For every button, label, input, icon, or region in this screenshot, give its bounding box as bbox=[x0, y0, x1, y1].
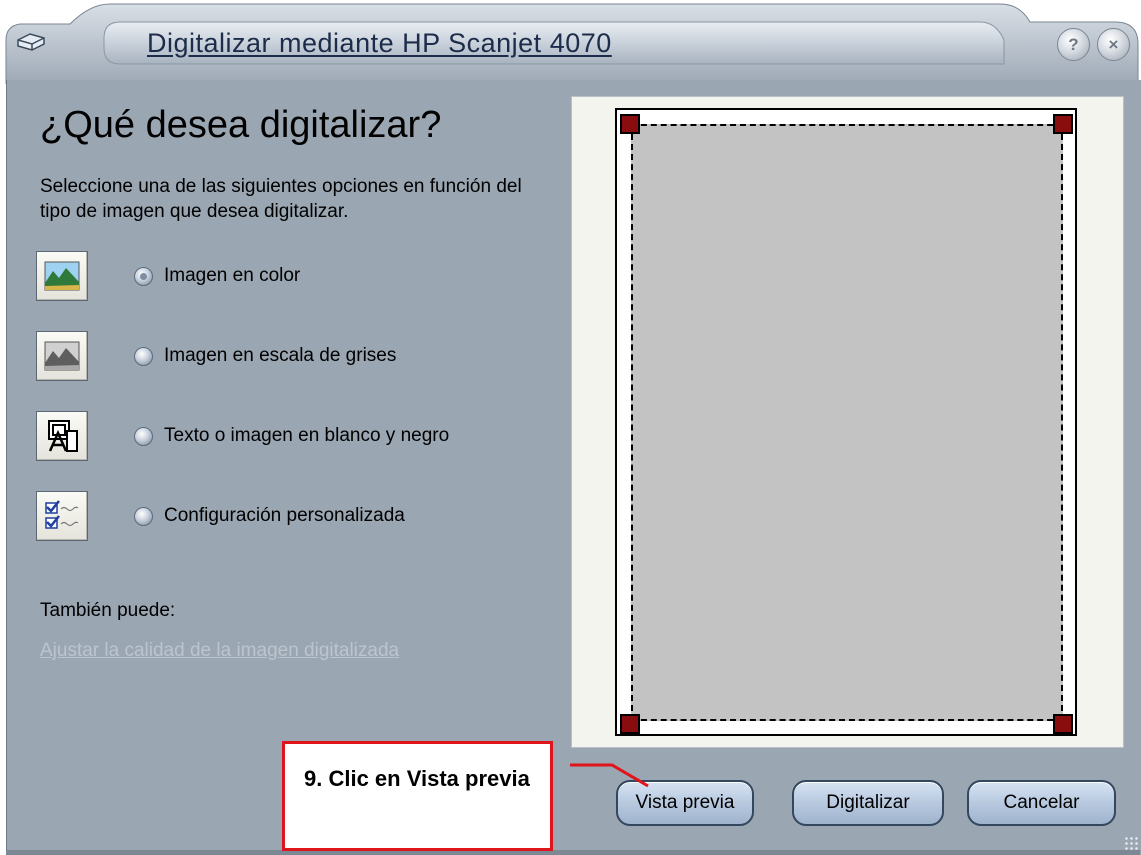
scan-selection-area[interactable] bbox=[631, 124, 1063, 721]
grayscale-photo-icon bbox=[44, 341, 80, 371]
black-white-text-icon bbox=[48, 420, 78, 452]
color-photo-icon bbox=[44, 261, 80, 291]
cancel-button[interactable]: Cancelar bbox=[967, 780, 1116, 826]
title-bar[interactable]: Digitalizar mediante HP Scanjet 4070 ? × bbox=[0, 0, 1141, 84]
resize-grip[interactable] bbox=[1124, 836, 1138, 850]
color-photo-icon-button[interactable] bbox=[36, 251, 88, 301]
help-button[interactable]: ? bbox=[1057, 28, 1090, 61]
black-white-text-icon-button[interactable] bbox=[36, 411, 88, 461]
option-label: Imagen en color bbox=[164, 265, 301, 286]
page-title: ¿Qué desea digitalizar? bbox=[40, 104, 442, 146]
radio-custom-settings[interactable] bbox=[134, 507, 153, 526]
instructions-text: Seleccione una de las siguientes opcione… bbox=[40, 176, 522, 222]
option-grayscale-image[interactable]: Imagen en escala de grises bbox=[36, 331, 556, 383]
window-title: Digitalizar mediante HP Scanjet 4070 bbox=[147, 28, 612, 58]
adjust-quality-link[interactable]: Ajustar la calidad de la imagen digitali… bbox=[40, 640, 399, 662]
scan-button[interactable]: Digitalizar bbox=[792, 780, 944, 826]
crop-handle-bottom-left[interactable] bbox=[620, 714, 640, 734]
radio-grayscale-image[interactable] bbox=[134, 347, 153, 366]
crop-handle-bottom-right[interactable] bbox=[1053, 714, 1073, 734]
also-label: También puede: bbox=[40, 600, 176, 621]
radio-color-image[interactable] bbox=[134, 267, 153, 286]
window-bottom-border bbox=[6, 850, 1140, 855]
option-custom-settings[interactable]: Configuración personalizada bbox=[36, 491, 556, 543]
close-button[interactable]: × bbox=[1097, 28, 1130, 61]
option-color-image[interactable]: Imagen en color bbox=[36, 251, 556, 303]
custom-settings-icon bbox=[45, 500, 79, 529]
option-black-white-text[interactable]: Texto o imagen en blanco y negro bbox=[36, 411, 556, 463]
scan-dialog-window: Digitalizar mediante HP Scanjet 4070 ? ×… bbox=[0, 0, 1141, 855]
grayscale-photo-icon-button[interactable] bbox=[36, 331, 88, 381]
callout-box: 9. Clic en Vista previa bbox=[282, 741, 553, 851]
preview-button[interactable]: Vista previa bbox=[616, 780, 754, 826]
scanner-app-icon bbox=[14, 28, 50, 56]
option-label: Imagen en escala de grises bbox=[164, 345, 397, 366]
radio-black-white-text[interactable] bbox=[134, 427, 153, 446]
option-label: Texto o imagen en blanco y negro bbox=[164, 425, 450, 446]
callout-text: 9. Clic en Vista previa bbox=[304, 766, 530, 791]
crop-handle-top-left[interactable] bbox=[620, 114, 640, 134]
custom-settings-icon-button[interactable] bbox=[36, 491, 88, 541]
crop-handle-top-right[interactable] bbox=[1053, 114, 1073, 134]
option-label: Configuración personalizada bbox=[164, 505, 405, 526]
